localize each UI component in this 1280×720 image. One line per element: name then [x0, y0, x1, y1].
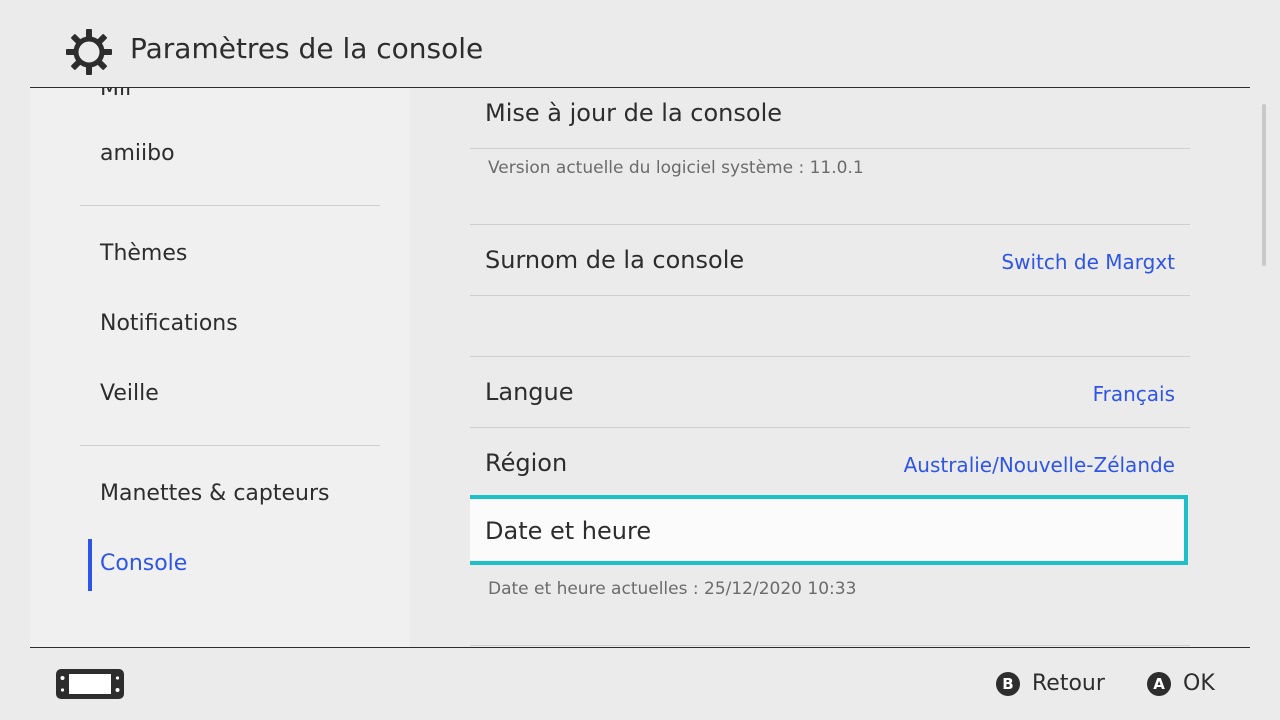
- back-label: Retour: [1032, 671, 1105, 696]
- update-version: Version actuelle du logiciel système : 1…: [488, 158, 864, 178]
- row-divider: [470, 148, 1190, 149]
- settings-list: Mise à jour de la console Version actuel…: [470, 88, 1190, 647]
- back-hint[interactable]: B Retour: [996, 671, 1105, 696]
- sidebar-item-amiibo[interactable]: amiibo: [100, 141, 175, 166]
- b-button-icon: B: [996, 671, 1020, 696]
- sidebar-divider: [80, 205, 380, 206]
- gear-icon: [66, 29, 112, 75]
- datetime-title: Date et heure: [485, 517, 652, 545]
- region-value: Australie/Nouvelle-Zélande: [903, 453, 1175, 477]
- sidebar-item-mii[interactable]: Mii: [100, 88, 131, 101]
- update-title[interactable]: Mise à jour de la console: [485, 99, 782, 127]
- row-divider: [470, 295, 1190, 296]
- row-divider: [470, 645, 1190, 646]
- sidebar-item-console[interactable]: Console: [100, 551, 187, 576]
- ok-hint[interactable]: A OK: [1147, 671, 1215, 696]
- active-indicator: [88, 539, 92, 591]
- ok-label: OK: [1183, 671, 1215, 696]
- sidebar-divider: [80, 445, 380, 446]
- language-value: Français: [1092, 382, 1175, 406]
- datetime-current: Date et heure actuelles : 25/12/2020 10:…: [488, 579, 857, 599]
- a-button-icon: A: [1147, 671, 1171, 696]
- sidebar-item-notifications[interactable]: Notifications: [100, 311, 238, 336]
- scrollbar[interactable]: [1262, 104, 1266, 266]
- nickname-title[interactable]: Surnom de la console: [485, 246, 744, 274]
- sidebar-item-themes[interactable]: Thèmes: [100, 241, 187, 266]
- row-divider: [470, 356, 1190, 357]
- sidebar-item-controllers[interactable]: Manettes & capteurs: [100, 481, 330, 506]
- handheld-console-icon: [56, 669, 124, 699]
- header: Paramètres de la console: [0, 0, 1280, 88]
- row-divider: [470, 427, 1190, 428]
- region-title[interactable]: Région: [485, 449, 567, 477]
- row-divider: [470, 224, 1190, 225]
- footer-divider: [30, 647, 1250, 648]
- sidebar: Mii amiibo Thèmes Notifications Veille M…: [30, 88, 410, 647]
- page-title: Paramètres de la console: [130, 32, 484, 65]
- nickname-value: Switch de Margxt: [1001, 250, 1175, 274]
- sidebar-item-sleep[interactable]: Veille: [100, 381, 159, 406]
- datetime-row-selected[interactable]: Date et heure: [470, 495, 1188, 565]
- language-title[interactable]: Langue: [485, 378, 574, 406]
